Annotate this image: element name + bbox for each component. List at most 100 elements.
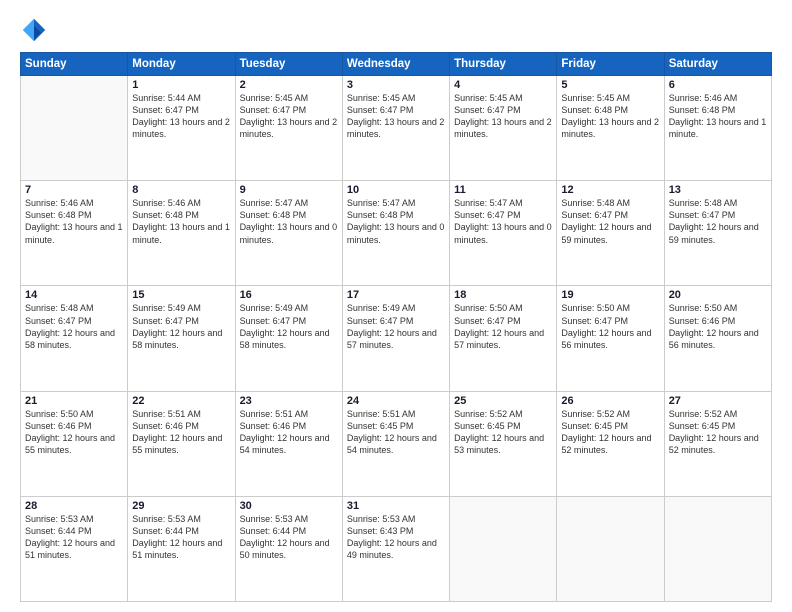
day-info: Sunrise: 5:47 AMSunset: 6:48 PMDaylight:… [240, 197, 338, 246]
day-info: Sunrise: 5:46 AMSunset: 6:48 PMDaylight:… [669, 92, 767, 141]
week-row-2: 7Sunrise: 5:46 AMSunset: 6:48 PMDaylight… [21, 181, 772, 286]
calendar-cell: 15Sunrise: 5:49 AMSunset: 6:47 PMDayligh… [128, 286, 235, 391]
calendar-cell: 14Sunrise: 5:48 AMSunset: 6:47 PMDayligh… [21, 286, 128, 391]
day-number: 23 [240, 395, 338, 407]
calendar-table: SundayMondayTuesdayWednesdayThursdayFrid… [20, 52, 772, 602]
day-number: 2 [240, 79, 338, 91]
day-info: Sunrise: 5:45 AMSunset: 6:47 PMDaylight:… [240, 92, 338, 141]
day-info: Sunrise: 5:47 AMSunset: 6:48 PMDaylight:… [347, 197, 445, 246]
day-info: Sunrise: 5:53 AMSunset: 6:44 PMDaylight:… [132, 513, 230, 562]
calendar-cell [557, 496, 664, 601]
calendar-cell: 29Sunrise: 5:53 AMSunset: 6:44 PMDayligh… [128, 496, 235, 601]
logo [20, 16, 52, 44]
calendar-cell: 10Sunrise: 5:47 AMSunset: 6:48 PMDayligh… [342, 181, 449, 286]
calendar-cell: 30Sunrise: 5:53 AMSunset: 6:44 PMDayligh… [235, 496, 342, 601]
calendar-cell: 9Sunrise: 5:47 AMSunset: 6:48 PMDaylight… [235, 181, 342, 286]
day-info: Sunrise: 5:50 AMSunset: 6:46 PMDaylight:… [25, 408, 123, 457]
calendar-cell: 19Sunrise: 5:50 AMSunset: 6:47 PMDayligh… [557, 286, 664, 391]
calendar-cell: 12Sunrise: 5:48 AMSunset: 6:47 PMDayligh… [557, 181, 664, 286]
week-row-1: 1Sunrise: 5:44 AMSunset: 6:47 PMDaylight… [21, 76, 772, 181]
day-number: 3 [347, 79, 445, 91]
day-number: 18 [454, 289, 552, 301]
calendar-cell: 4Sunrise: 5:45 AMSunset: 6:47 PMDaylight… [450, 76, 557, 181]
calendar-cell: 18Sunrise: 5:50 AMSunset: 6:47 PMDayligh… [450, 286, 557, 391]
calendar-cell: 16Sunrise: 5:49 AMSunset: 6:47 PMDayligh… [235, 286, 342, 391]
day-info: Sunrise: 5:47 AMSunset: 6:47 PMDaylight:… [454, 197, 552, 246]
day-info: Sunrise: 5:53 AMSunset: 6:44 PMDaylight:… [25, 513, 123, 562]
day-number: 1 [132, 79, 230, 91]
day-info: Sunrise: 5:53 AMSunset: 6:44 PMDaylight:… [240, 513, 338, 562]
calendar-cell [664, 496, 771, 601]
day-number: 10 [347, 184, 445, 196]
day-header-friday: Friday [557, 53, 664, 76]
calendar-cell: 1Sunrise: 5:44 AMSunset: 6:47 PMDaylight… [128, 76, 235, 181]
day-info: Sunrise: 5:53 AMSunset: 6:43 PMDaylight:… [347, 513, 445, 562]
calendar-cell: 24Sunrise: 5:51 AMSunset: 6:45 PMDayligh… [342, 391, 449, 496]
page: SundayMondayTuesdayWednesdayThursdayFrid… [0, 0, 792, 612]
day-number: 26 [561, 395, 659, 407]
day-number: 12 [561, 184, 659, 196]
calendar-cell [21, 76, 128, 181]
day-info: Sunrise: 5:46 AMSunset: 6:48 PMDaylight:… [25, 197, 123, 246]
day-number: 6 [669, 79, 767, 91]
day-number: 17 [347, 289, 445, 301]
day-info: Sunrise: 5:45 AMSunset: 6:47 PMDaylight:… [454, 92, 552, 141]
calendar-cell: 31Sunrise: 5:53 AMSunset: 6:43 PMDayligh… [342, 496, 449, 601]
day-header-tuesday: Tuesday [235, 53, 342, 76]
calendar-cell: 27Sunrise: 5:52 AMSunset: 6:45 PMDayligh… [664, 391, 771, 496]
day-info: Sunrise: 5:49 AMSunset: 6:47 PMDaylight:… [132, 302, 230, 351]
calendar-cell: 3Sunrise: 5:45 AMSunset: 6:47 PMDaylight… [342, 76, 449, 181]
calendar-header-row: SundayMondayTuesdayWednesdayThursdayFrid… [21, 53, 772, 76]
day-number: 16 [240, 289, 338, 301]
day-number: 31 [347, 500, 445, 512]
calendar-cell: 23Sunrise: 5:51 AMSunset: 6:46 PMDayligh… [235, 391, 342, 496]
week-row-4: 21Sunrise: 5:50 AMSunset: 6:46 PMDayligh… [21, 391, 772, 496]
day-header-thursday: Thursday [450, 53, 557, 76]
day-number: 24 [347, 395, 445, 407]
calendar-cell: 21Sunrise: 5:50 AMSunset: 6:46 PMDayligh… [21, 391, 128, 496]
day-number: 21 [25, 395, 123, 407]
day-info: Sunrise: 5:50 AMSunset: 6:47 PMDaylight:… [561, 302, 659, 351]
calendar-cell [450, 496, 557, 601]
calendar-cell: 22Sunrise: 5:51 AMSunset: 6:46 PMDayligh… [128, 391, 235, 496]
day-info: Sunrise: 5:45 AMSunset: 6:47 PMDaylight:… [347, 92, 445, 141]
calendar-cell: 5Sunrise: 5:45 AMSunset: 6:48 PMDaylight… [557, 76, 664, 181]
day-info: Sunrise: 5:44 AMSunset: 6:47 PMDaylight:… [132, 92, 230, 141]
day-number: 30 [240, 500, 338, 512]
day-number: 20 [669, 289, 767, 301]
calendar-cell: 17Sunrise: 5:49 AMSunset: 6:47 PMDayligh… [342, 286, 449, 391]
day-info: Sunrise: 5:50 AMSunset: 6:47 PMDaylight:… [454, 302, 552, 351]
day-header-monday: Monday [128, 53, 235, 76]
day-header-sunday: Sunday [21, 53, 128, 76]
calendar-cell: 25Sunrise: 5:52 AMSunset: 6:45 PMDayligh… [450, 391, 557, 496]
day-info: Sunrise: 5:48 AMSunset: 6:47 PMDaylight:… [25, 302, 123, 351]
day-number: 14 [25, 289, 123, 301]
day-number: 19 [561, 289, 659, 301]
calendar-cell: 11Sunrise: 5:47 AMSunset: 6:47 PMDayligh… [450, 181, 557, 286]
day-header-wednesday: Wednesday [342, 53, 449, 76]
day-info: Sunrise: 5:51 AMSunset: 6:46 PMDaylight:… [240, 408, 338, 457]
calendar-cell: 28Sunrise: 5:53 AMSunset: 6:44 PMDayligh… [21, 496, 128, 601]
day-info: Sunrise: 5:49 AMSunset: 6:47 PMDaylight:… [347, 302, 445, 351]
calendar-cell: 20Sunrise: 5:50 AMSunset: 6:46 PMDayligh… [664, 286, 771, 391]
day-number: 7 [25, 184, 123, 196]
day-info: Sunrise: 5:49 AMSunset: 6:47 PMDaylight:… [240, 302, 338, 351]
day-info: Sunrise: 5:51 AMSunset: 6:46 PMDaylight:… [132, 408, 230, 457]
day-number: 29 [132, 500, 230, 512]
calendar-cell: 13Sunrise: 5:48 AMSunset: 6:47 PMDayligh… [664, 181, 771, 286]
calendar-cell: 6Sunrise: 5:46 AMSunset: 6:48 PMDaylight… [664, 76, 771, 181]
calendar-cell: 7Sunrise: 5:46 AMSunset: 6:48 PMDaylight… [21, 181, 128, 286]
day-number: 28 [25, 500, 123, 512]
day-info: Sunrise: 5:50 AMSunset: 6:46 PMDaylight:… [669, 302, 767, 351]
calendar-cell: 2Sunrise: 5:45 AMSunset: 6:47 PMDaylight… [235, 76, 342, 181]
day-info: Sunrise: 5:48 AMSunset: 6:47 PMDaylight:… [669, 197, 767, 246]
week-row-3: 14Sunrise: 5:48 AMSunset: 6:47 PMDayligh… [21, 286, 772, 391]
day-info: Sunrise: 5:52 AMSunset: 6:45 PMDaylight:… [454, 408, 552, 457]
day-info: Sunrise: 5:52 AMSunset: 6:45 PMDaylight:… [561, 408, 659, 457]
day-info: Sunrise: 5:48 AMSunset: 6:47 PMDaylight:… [561, 197, 659, 246]
day-number: 8 [132, 184, 230, 196]
day-info: Sunrise: 5:52 AMSunset: 6:45 PMDaylight:… [669, 408, 767, 457]
day-number: 25 [454, 395, 552, 407]
calendar-cell: 26Sunrise: 5:52 AMSunset: 6:45 PMDayligh… [557, 391, 664, 496]
day-info: Sunrise: 5:46 AMSunset: 6:48 PMDaylight:… [132, 197, 230, 246]
